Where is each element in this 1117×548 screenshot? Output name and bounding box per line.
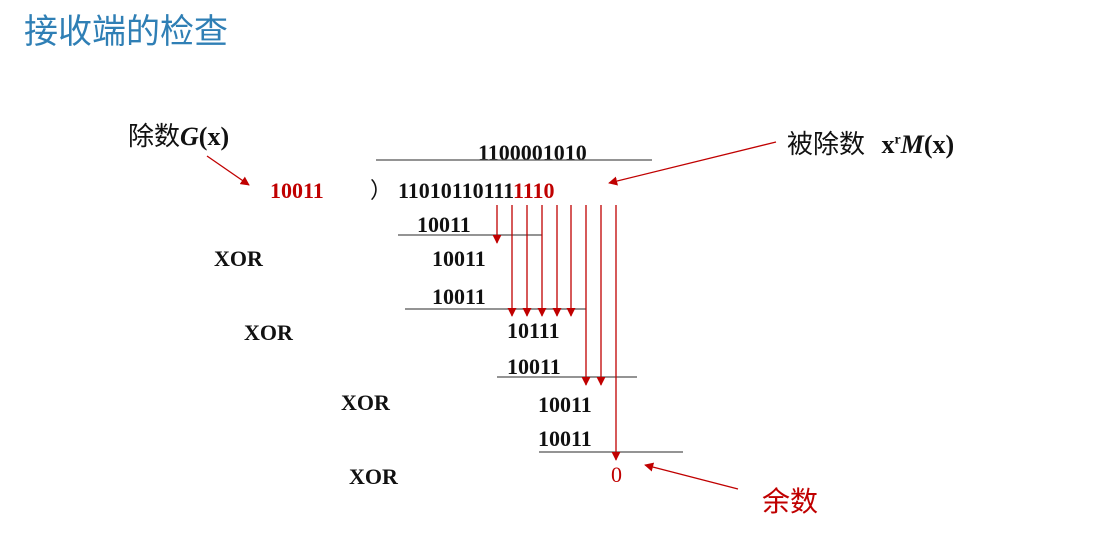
remainder-pointer-arrow	[644, 462, 739, 490]
divisor-pointer-arrow	[206, 155, 250, 186]
division-lines	[206, 141, 777, 490]
dividend-pointer-arrow	[608, 141, 777, 186]
